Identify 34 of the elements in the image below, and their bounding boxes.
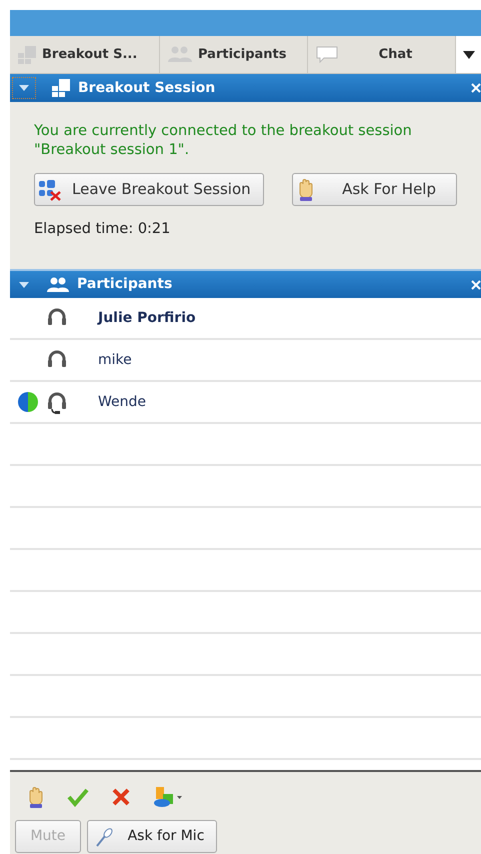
close-icon[interactable] [471, 280, 481, 290]
ask-for-mic-button[interactable]: Ask for Mic [87, 820, 217, 853]
people-icon [47, 276, 69, 292]
shapes-icon[interactable] [153, 786, 183, 808]
leave-session-icon [38, 178, 62, 200]
caret-icon[interactable] [19, 280, 29, 288]
breakout-icon [52, 79, 70, 97]
headset-icon [46, 390, 68, 414]
participant-name: Julie Porfirio [98, 308, 196, 328]
globe-icon [17, 391, 39, 413]
participant-row[interactable]: Julie Porfirio [10, 298, 481, 340]
participant-name: Wende [98, 392, 146, 412]
check-icon[interactable] [67, 787, 89, 807]
caret-icon [462, 50, 474, 58]
caret-icon [19, 84, 29, 92]
close-icon[interactable] [471, 83, 481, 93]
panel-title: Breakout Session [78, 78, 216, 98]
speech-bubble-icon [316, 46, 338, 63]
leave-button[interactable]: Leave Breakout Session [34, 173, 264, 206]
help-button[interactable]: Ask For Help [292, 173, 457, 206]
participant-name: mike [98, 350, 132, 370]
collapse-button[interactable] [12, 77, 36, 99]
breakout-icon [18, 46, 36, 64]
tab[interactable]: Breakout S... [10, 36, 160, 73]
microphone-icon [94, 826, 114, 846]
status-message: You are currently connected to the breakout session "Breakout session 1". [34, 122, 413, 160]
elapsed-time: Elapsed time: 0:21 [34, 220, 172, 239]
tab-menu-button[interactable] [456, 36, 481, 73]
participant-row[interactable]: Wende [10, 382, 481, 424]
participant-row[interactable]: mike [10, 340, 481, 382]
panel-title: Participants [77, 275, 172, 294]
cross-icon[interactable] [111, 787, 131, 807]
tab[interactable]: Participants [160, 36, 308, 73]
people-icon [168, 46, 192, 63]
